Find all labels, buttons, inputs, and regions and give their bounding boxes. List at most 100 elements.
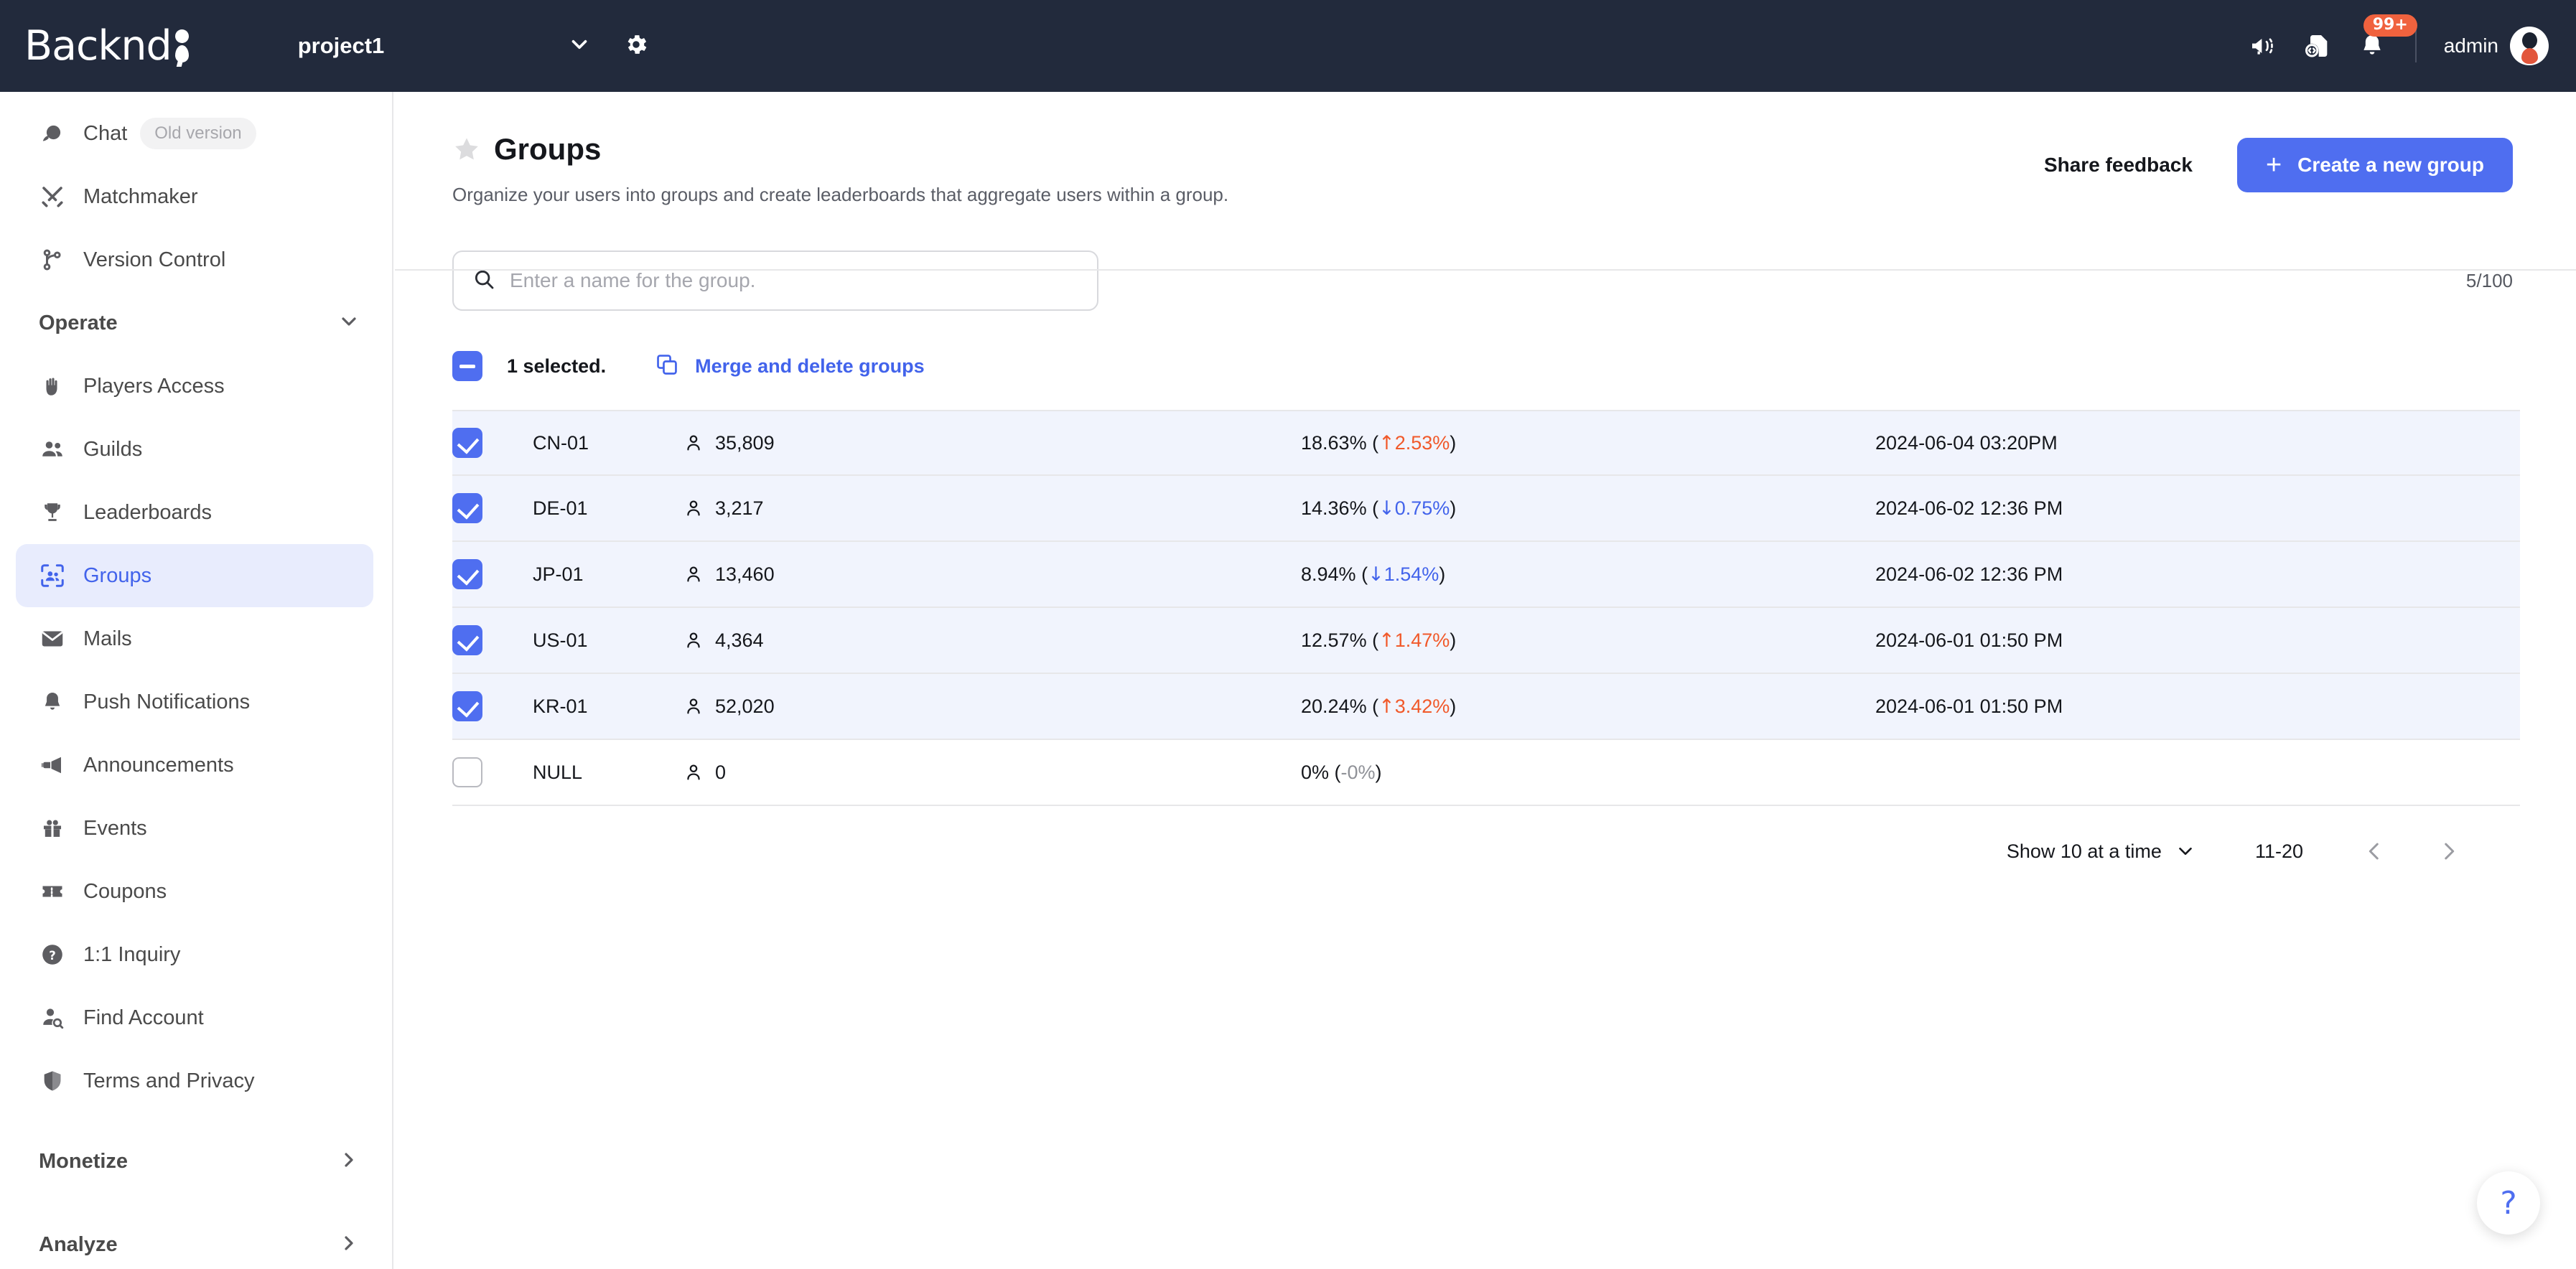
sidebar-item-terms-and-privacy[interactable]: Terms and Privacy [16, 1049, 373, 1113]
sidebar-section-label: Operate [39, 311, 118, 334]
sidebar-item-1-1-inquiry[interactable]: ? 1:1 Inquiry [16, 923, 373, 986]
group-users-count: 0 [715, 761, 727, 783]
sidebar-item-events[interactable]: Events [16, 797, 373, 860]
people-icon [37, 434, 67, 464]
sidebar-item-leaderboards[interactable]: Leaderboards [16, 481, 373, 544]
person-icon [683, 762, 704, 782]
help-button[interactable]: ? [2477, 1171, 2540, 1235]
delta-up-arrow-icon: ↑ [1378, 431, 1395, 454]
git-branch-icon [37, 245, 67, 275]
mail-icon [37, 624, 67, 654]
group-percentage: 0% [1301, 761, 1330, 783]
row-checkbox[interactable] [452, 428, 482, 458]
person-search-icon [37, 1003, 67, 1033]
table-row[interactable]: US-01 4,364 12.57% (↑1.47%) 2024-06-01 0… [452, 608, 2520, 674]
project-chevron-down-icon[interactable] [567, 32, 592, 60]
group-users-cell: 52,020 [683, 696, 1301, 718]
sidebar-item-label: Coupons [83, 879, 167, 903]
sidebar-item-groups[interactable]: Groups [16, 544, 373, 607]
megaphone-icon[interactable] [2249, 32, 2277, 60]
next-page-button[interactable] [2437, 839, 2461, 863]
row-checkbox-cell [452, 691, 533, 721]
project-selector-label[interactable]: project1 [298, 33, 385, 59]
sidebar-item-guilds[interactable]: Guilds [16, 418, 373, 481]
create-button-label: Create a new group [2297, 154, 2484, 176]
selection-toolbar: 1 selected. Merge and delete groups [452, 348, 2576, 384]
row-checkbox-cell [452, 559, 533, 589]
person-icon [683, 498, 704, 518]
group-quota-counter: 5/100 [2465, 269, 2513, 291]
search-row: 5/100 [452, 250, 2576, 311]
groups-table: CN-01 35,809 18.63% (↑2.53%) 2024-06-04 … [452, 410, 2520, 806]
sidebar-item-players-access[interactable]: Players Access [16, 355, 373, 418]
table-row[interactable]: KR-01 52,020 20.24% (↑3.42%) 2024-06-01 … [452, 674, 2520, 740]
sidebar-section-operate[interactable]: Operate [16, 291, 370, 355]
row-checkbox[interactable] [452, 691, 482, 721]
topbar-actions: 99+ admin [2223, 14, 2549, 65]
favorite-star-icon[interactable] [452, 135, 481, 164]
select-all-checkbox[interactable] [452, 351, 482, 381]
sidebar-item-coupons[interactable]: Coupons [16, 860, 373, 923]
table-row[interactable]: DE-01 3,217 14.36% (↓0.75%) 2024-06-02 1… [452, 476, 2520, 542]
row-checkbox[interactable] [452, 493, 482, 523]
person-icon [683, 564, 704, 584]
group-percentage-cell: 0% (-0%) [1301, 761, 1382, 783]
sidebar-item-label: Guilds [83, 437, 143, 461]
sidebar-item-find-account[interactable]: Find Account [16, 986, 373, 1049]
shield-icon [37, 1066, 67, 1096]
page-title: Groups [494, 132, 602, 166]
admin-user-label[interactable]: admin [2444, 34, 2498, 57]
groups-panel: 5/100 1 selected. Merge and delete group… [395, 250, 2576, 863]
table-row[interactable]: CN-01 35,809 18.63% (↑2.53%) 2024-06-04 … [452, 410, 2520, 476]
previous-page-button[interactable] [2362, 839, 2386, 863]
trophy-icon [37, 497, 67, 528]
merge-and-delete-groups-button[interactable]: Merge and delete groups [655, 352, 925, 380]
share-feedback-button[interactable]: Share feedback [2044, 154, 2193, 177]
delta-down-arrow-icon: ↓ [1368, 563, 1384, 586]
sidebar-section-analyze[interactable]: Analyze [16, 1213, 370, 1269]
page-header: Groups Organize your users into groups a… [395, 92, 2576, 206]
row-checkbox[interactable] [452, 625, 482, 655]
search-input[interactable] [510, 269, 1070, 292]
person-icon [683, 433, 704, 453]
api-docs-icon[interactable] [2303, 32, 2332, 60]
sidebar-item-matchmaker[interactable]: Matchmaker [16, 165, 373, 228]
notification-count-badge: 99+ [2363, 14, 2417, 37]
sidebar-section-monetize[interactable]: Monetize [16, 1130, 370, 1193]
group-percentage: 20.24% [1301, 695, 1367, 717]
row-checkbox[interactable] [452, 757, 482, 787]
sidebar-item-chat[interactable]: Chat Old version [16, 102, 373, 165]
row-checkbox-cell [452, 757, 533, 787]
page-size-selector[interactable]: Show 10 at a time [2007, 840, 2196, 863]
notifications-bell-icon[interactable]: 99+ [2358, 14, 2417, 60]
brand-logo-dots-icon [174, 29, 189, 62]
gift-icon [37, 813, 67, 843]
person-icon [683, 630, 704, 650]
group-users-cell: 0 [683, 762, 1301, 784]
row-checkbox[interactable] [452, 559, 482, 589]
table-row[interactable]: JP-01 13,460 8.94% (↓1.54%) 2024-06-02 1… [452, 542, 2520, 608]
sidebar-item-version-control[interactable]: Version Control [16, 228, 373, 291]
group-delta: 2.53% [1394, 431, 1450, 454]
sidebar-item-label: Players Access [83, 374, 225, 398]
chevron-down-icon [2175, 840, 2196, 862]
sidebar-item-push-notifications[interactable]: Push Notifications [16, 670, 373, 734]
person-icon [683, 696, 704, 716]
sidebar-item-mails[interactable]: Mails [16, 607, 373, 670]
search-box[interactable] [452, 250, 1098, 311]
avatar[interactable] [2510, 27, 2549, 65]
groups-icon [37, 561, 67, 591]
settings-gear-icon[interactable] [623, 32, 649, 61]
group-users-cell: 13,460 [683, 563, 1301, 586]
header-divider [395, 269, 2576, 271]
group-delta: 0.75% [1394, 497, 1450, 519]
sidebar-item-label: 1:1 Inquiry [83, 942, 181, 966]
sidebar-item-label: Mails [83, 627, 132, 650]
sidebar-item-label: Find Account [83, 1006, 204, 1029]
table-row[interactable]: NULL 0 0% (-0%) [452, 740, 2520, 806]
sidebar-item-announcements[interactable]: Announcements [16, 734, 373, 797]
create-a-new-group-button[interactable]: + Create a new group [2236, 138, 2513, 192]
group-users-count: 3,217 [715, 497, 764, 519]
group-users-cell: 35,809 [683, 432, 1301, 454]
brand-logo[interactable]: Backnd [24, 22, 189, 70]
